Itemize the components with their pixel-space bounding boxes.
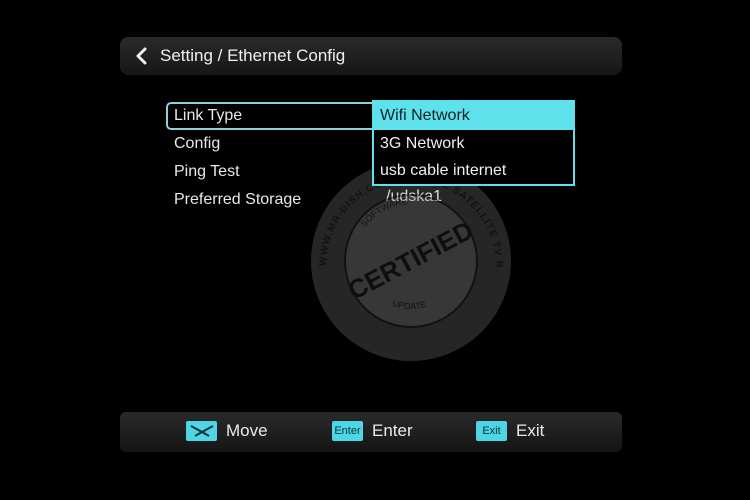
page-title: Setting / Ethernet Config (160, 46, 346, 65)
hint-enter-label: Enter (372, 421, 413, 440)
hint-exit-label: Exit (516, 421, 545, 440)
dropdown-option-usb-cable[interactable]: usb cable internet (374, 157, 573, 184)
menu-item-label: Ping Test (174, 163, 240, 180)
menu-item-config[interactable]: Config (166, 130, 396, 158)
hint-move-label: Move (226, 421, 268, 440)
dropdown-option-wifi[interactable]: Wifi Network (374, 102, 573, 130)
link-type-dropdown[interactable]: Wifi Network 3G Network usb cable intern… (372, 100, 575, 186)
menu-item-link-type[interactable]: Link Type (166, 102, 396, 130)
hint-enter[interactable]: Enter Enter (332, 421, 413, 441)
title-bar: Setting / Ethernet Config (120, 37, 622, 75)
menu-item-label: Preferred Storage (174, 191, 302, 208)
hint-exit[interactable]: Exit Exit (476, 421, 544, 441)
back-arrow-icon[interactable] (134, 46, 148, 66)
move-key-icon (186, 421, 217, 441)
certified-watermark: WWW.MR-DISH.COM OFFICIAL SATELLITE TV RE… (301, 148, 516, 366)
menu-item-label: Config (174, 135, 221, 152)
dropdown-option-3g[interactable]: 3G Network (374, 130, 573, 157)
menu-item-label: Link Type (174, 107, 243, 124)
enter-key-icon: Enter (332, 421, 363, 441)
exit-key-icon: Exit (476, 421, 507, 441)
dropdown-list: 3G Network usb cable internet (374, 130, 573, 184)
hint-move[interactable]: Move (186, 421, 268, 441)
footer-hints-bar: Move Enter Enter Exit Exit (120, 412, 622, 452)
